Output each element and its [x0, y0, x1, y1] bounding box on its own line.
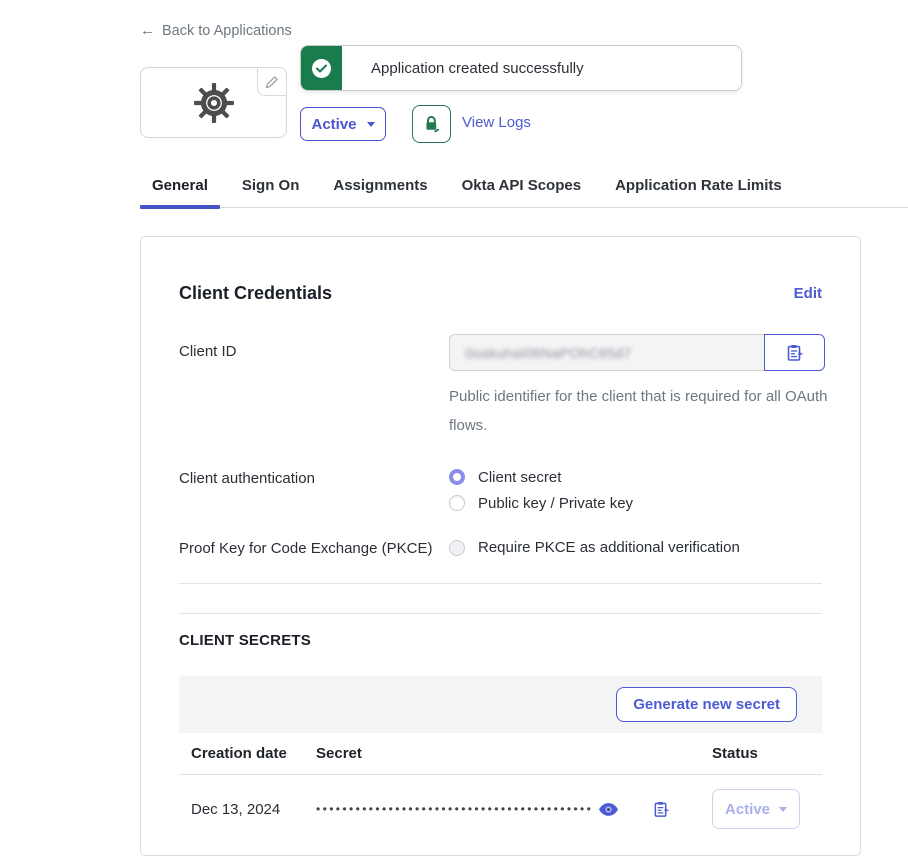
client-id-label: Client ID [179, 334, 449, 441]
client-secret-option[interactable]: Client secret [449, 469, 633, 486]
chevron-down-icon [367, 122, 375, 127]
back-link-label: Back to Applications [162, 23, 292, 39]
section-divider [179, 613, 822, 614]
tab-sign-on[interactable]: Sign On [230, 177, 312, 207]
edit-client-credentials-link[interactable]: Edit [794, 285, 822, 302]
tab-application-rate-limits[interactable]: Application Rate Limits [603, 177, 794, 207]
generate-new-secret-button[interactable]: Generate new secret [616, 687, 797, 722]
column-header-status: Status [712, 745, 822, 762]
back-arrow-icon: ← [140, 22, 155, 39]
pkce-row: Proof Key for Code Exchange (PKCE) Requi… [179, 539, 822, 557]
copy-secret-button[interactable] [653, 801, 669, 818]
tab-assignments[interactable]: Assignments [321, 177, 439, 207]
client-id-row: Client ID 0oakuhaI06NaPOhC65d7 [179, 334, 822, 441]
gear-icon [193, 82, 235, 124]
radio-unselected-icon[interactable] [449, 495, 465, 511]
checkbox-unchecked-icon[interactable] [449, 540, 465, 556]
secret-status-label: Active [725, 801, 770, 818]
success-toast: Application created successfully [300, 45, 742, 91]
check-circle-icon [312, 59, 331, 78]
app-status-dropdown[interactable]: Active [300, 107, 386, 141]
section-divider [179, 583, 822, 584]
app-tabbar: General Sign On Assignments Okta API Sco… [140, 177, 908, 208]
client-authentication-row: Client authentication Client secret Publ… [179, 469, 822, 512]
public-private-key-option[interactable]: Public key / Private key [449, 495, 633, 512]
radio-selected-icon[interactable] [449, 469, 465, 485]
masked-secret-value: ••••••••••••••••••••••••••••••••••••••••… [316, 802, 593, 816]
client-id-help-text: Public identifier for the client that is… [449, 382, 834, 441]
secret-status-dropdown[interactable]: Active [712, 789, 800, 829]
pkce-option-label: Require PKCE as additional verification [478, 539, 740, 556]
client-secrets-heading: CLIENT SECRETS [179, 632, 822, 649]
secret-creation-date: Dec 13, 2024 [179, 801, 316, 818]
toast-message: Application created successfully [342, 46, 584, 90]
chevron-down-icon [779, 807, 787, 812]
client-id-field: 0oakuhaI06NaPOhC65d7 [449, 334, 764, 371]
view-logs-link[interactable]: View Logs [462, 114, 531, 131]
column-header-creation-date: Creation date [179, 745, 316, 762]
copy-clipboard-icon [786, 344, 803, 362]
client-secret-option-label: Client secret [478, 469, 561, 486]
general-settings-card: Client Credentials Edit Client ID 0oakuh… [140, 236, 861, 856]
reveal-secret-button[interactable] [599, 803, 618, 816]
back-to-applications-link[interactable]: ← Back to Applications [140, 22, 292, 39]
client-secrets-table: Generate new secret Creation date Secret… [179, 676, 822, 835]
pkce-label: Proof Key for Code Exchange (PKCE) [179, 539, 449, 557]
client-id-value: 0oakuhaI06NaPOhC65d7 [465, 345, 631, 361]
column-header-secret: Secret [316, 745, 712, 762]
secrets-table-header: Creation date Secret Status [179, 733, 822, 775]
secrets-table-toolbar: Generate new secret [179, 676, 822, 733]
public-private-key-option-label: Public key / Private key [478, 495, 633, 512]
tab-okta-api-scopes[interactable]: Okta API Scopes [450, 177, 594, 207]
client-credentials-heading: Client Credentials [179, 283, 332, 304]
app-status-label: Active [311, 116, 356, 133]
secret-table-row: Dec 13, 2024 •••••••••••••••••••••••••••… [179, 775, 822, 835]
tab-general[interactable]: General [140, 177, 220, 207]
lock-policy-button[interactable] [412, 105, 451, 143]
app-logo-tile [140, 67, 287, 138]
pkce-option[interactable]: Require PKCE as additional verification [449, 539, 740, 557]
edit-logo-button[interactable] [257, 67, 287, 96]
pencil-icon [265, 75, 279, 89]
lock-icon [422, 114, 442, 134]
copy-client-id-button[interactable] [764, 334, 825, 371]
client-authentication-label: Client authentication [179, 469, 449, 512]
toast-status-strip [301, 46, 342, 90]
